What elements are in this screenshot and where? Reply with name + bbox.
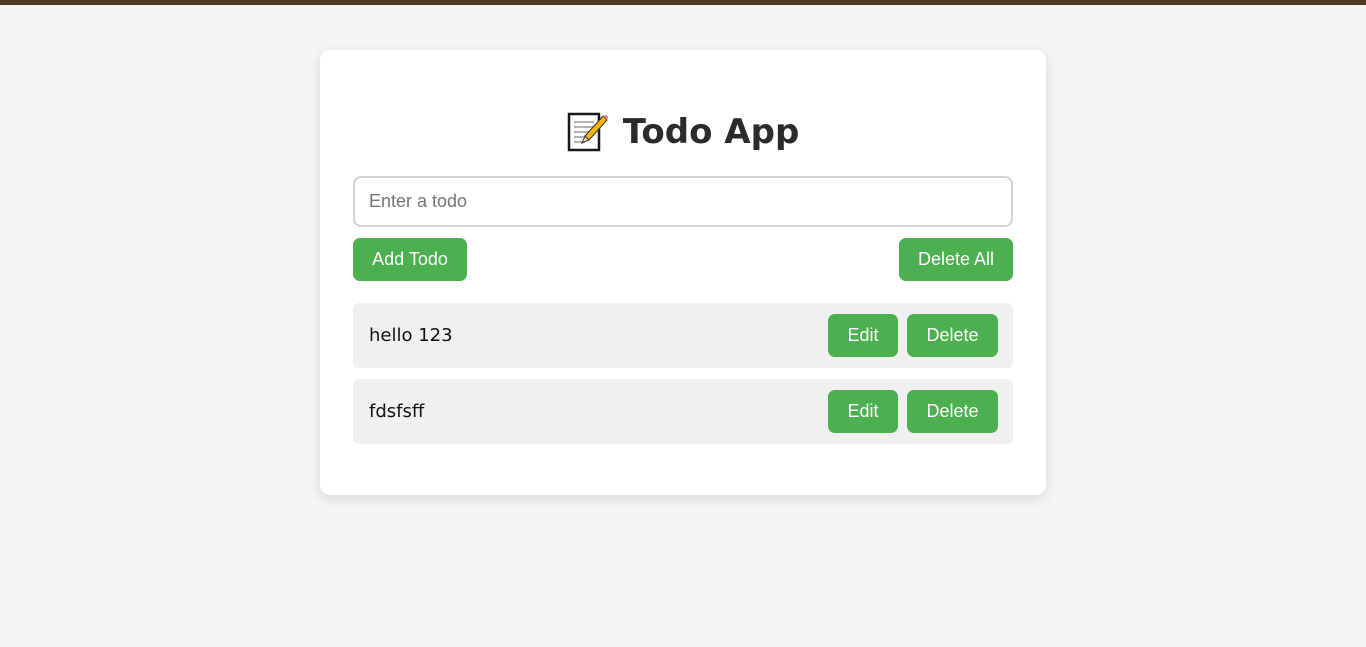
- delete-button[interactable]: Delete: [907, 390, 998, 433]
- app-title: Todo App: [622, 112, 800, 152]
- todo-text: fdsfsff: [369, 401, 425, 422]
- todo-input[interactable]: [353, 176, 1013, 227]
- todo-card: Todo App Add Todo Delete All hello 123 E…: [320, 50, 1046, 495]
- todo-text: hello 123: [369, 325, 453, 346]
- todo-item: fdsfsff Edit Delete: [353, 379, 1013, 444]
- memo-icon: [567, 112, 609, 152]
- page-title: Todo App: [320, 108, 1046, 156]
- delete-button[interactable]: Delete: [907, 314, 998, 357]
- edit-button[interactable]: Edit: [828, 314, 898, 357]
- delete-all-button[interactable]: Delete All: [899, 238, 1013, 281]
- add-todo-button[interactable]: Add Todo: [353, 238, 467, 281]
- top-bar: [0, 0, 1366, 5]
- edit-button[interactable]: Edit: [828, 390, 898, 433]
- todo-item: hello 123 Edit Delete: [353, 303, 1013, 368]
